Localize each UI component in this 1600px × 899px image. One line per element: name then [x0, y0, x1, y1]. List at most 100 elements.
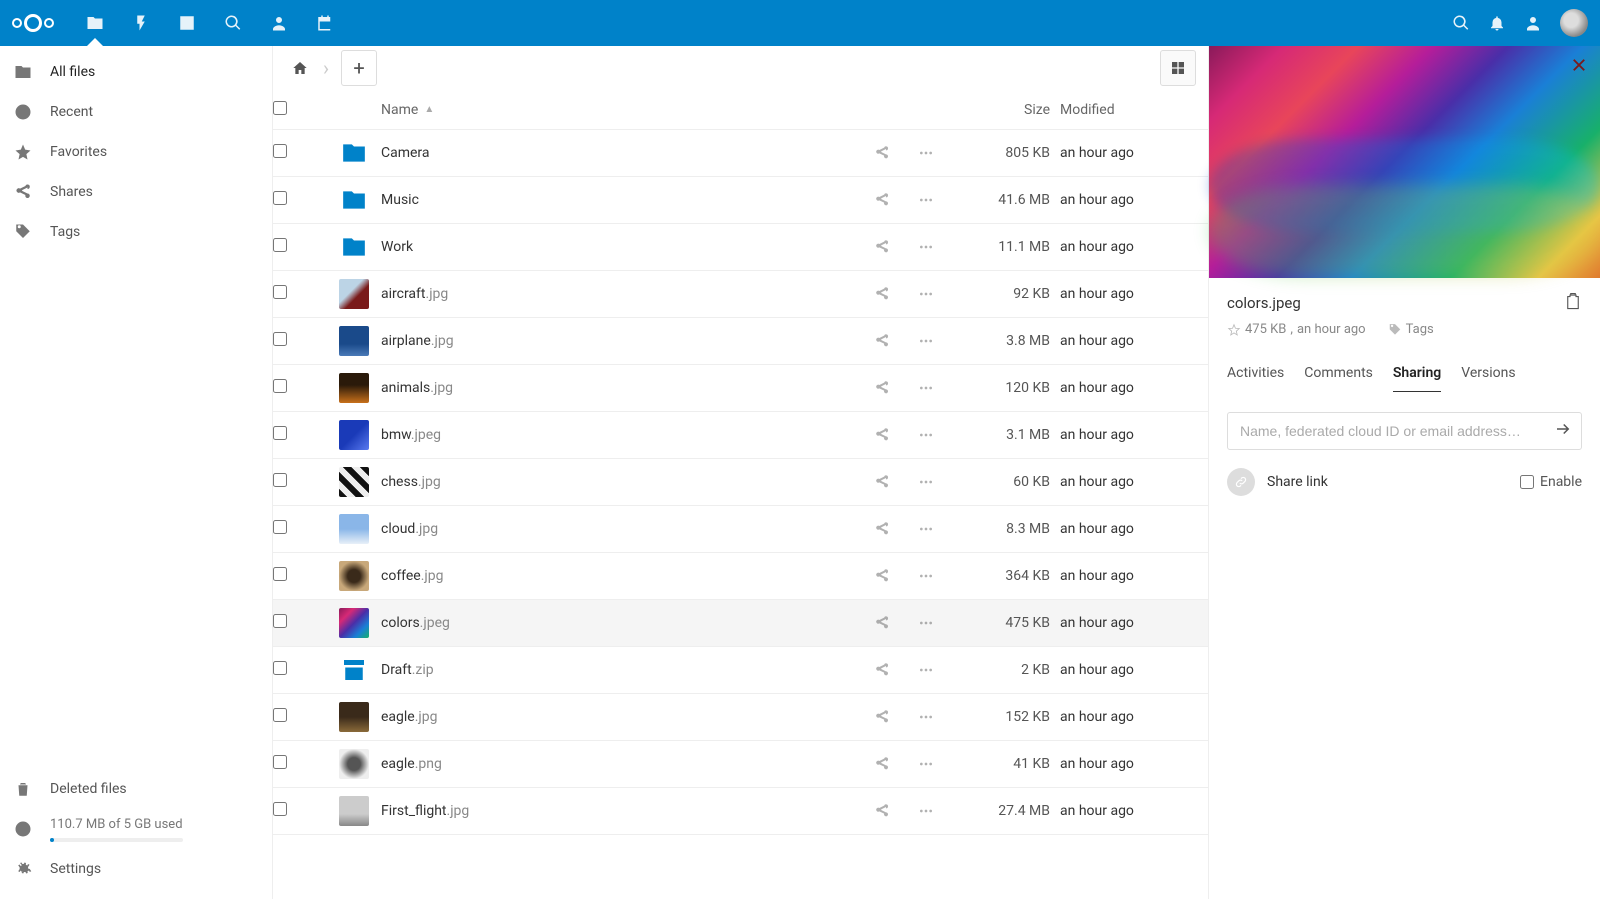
file-name[interactable]: eagle.jpg [381, 709, 872, 725]
file-row[interactable]: cloud.jpg8.3 MBan hour ago [273, 506, 1208, 553]
more-button[interactable] [916, 333, 936, 349]
share-button[interactable] [872, 192, 892, 208]
row-checkbox[interactable] [273, 567, 287, 581]
file-name[interactable]: Draft.zip [381, 662, 872, 678]
share-button[interactable] [872, 333, 892, 349]
file-name[interactable]: Work [381, 239, 872, 255]
detail-tab-comments[interactable]: Comments [1304, 365, 1373, 392]
detail-tab-activities[interactable]: Activities [1227, 365, 1284, 392]
new-button[interactable]: + [341, 50, 377, 86]
more-button[interactable] [916, 709, 936, 725]
detail-tab-sharing[interactable]: Sharing [1393, 365, 1441, 392]
row-checkbox[interactable] [273, 473, 287, 487]
file-row[interactable]: Camera805 KBan hour ago [273, 130, 1208, 177]
file-name[interactable]: bmw.jpeg [381, 427, 872, 443]
detail-tab-versions[interactable]: Versions [1461, 365, 1515, 392]
nav-item-deleted[interactable]: Deleted files [0, 769, 272, 809]
app-tab-activity[interactable] [118, 0, 164, 46]
user-icon[interactable] [1524, 14, 1542, 32]
app-tab-calendar[interactable] [302, 0, 348, 46]
view-toggle[interactable] [1160, 50, 1196, 86]
file-row[interactable]: airplane.jpg3.8 MBan hour ago [273, 318, 1208, 365]
more-button[interactable] [916, 756, 936, 772]
select-all-checkbox[interactable] [273, 101, 287, 115]
app-tab-files[interactable] [72, 0, 118, 46]
file-row[interactable]: chess.jpg60 KBan hour ago [273, 459, 1208, 506]
nav-item-settings[interactable]: Settings [0, 849, 272, 889]
file-row[interactable]: Draft.zip2 KBan hour ago [273, 647, 1208, 694]
more-button[interactable] [916, 803, 936, 819]
file-row[interactable]: Music41.6 MBan hour ago [273, 177, 1208, 224]
more-button[interactable] [916, 192, 936, 208]
share-button[interactable] [872, 145, 892, 161]
share-with-input[interactable] [1227, 412, 1582, 450]
nav-item-favorites[interactable]: Favorites [0, 132, 272, 172]
share-button[interactable] [872, 286, 892, 302]
row-checkbox[interactable] [273, 802, 287, 816]
more-button[interactable] [916, 286, 936, 302]
share-button[interactable] [872, 521, 892, 537]
file-row[interactable]: coffee.jpg364 KBan hour ago [273, 553, 1208, 600]
row-checkbox[interactable] [273, 520, 287, 534]
copy-path-button[interactable] [1564, 292, 1582, 314]
star-outline-icon[interactable] [1227, 323, 1241, 337]
more-button[interactable] [916, 380, 936, 396]
row-checkbox[interactable] [273, 755, 287, 769]
share-button[interactable] [872, 427, 892, 443]
header-name[interactable]: Name ▲ [381, 102, 872, 118]
more-button[interactable] [916, 568, 936, 584]
breadcrumb-home[interactable] [285, 53, 315, 83]
file-name[interactable]: eagle.png [381, 756, 872, 772]
file-name[interactable]: cloud.jpg [381, 521, 872, 537]
search-icon[interactable] [1452, 14, 1470, 32]
row-checkbox[interactable] [273, 614, 287, 628]
share-button[interactable] [872, 474, 892, 490]
row-checkbox[interactable] [273, 661, 287, 675]
app-tab-contacts[interactable] [256, 0, 302, 46]
file-name[interactable]: coffee.jpg [381, 568, 872, 584]
nav-item-recent[interactable]: Recent [0, 92, 272, 132]
more-button[interactable] [916, 427, 936, 443]
file-row[interactable]: Work11.1 MBan hour ago [273, 224, 1208, 271]
nav-item-tags[interactable]: Tags [0, 212, 272, 252]
more-button[interactable] [916, 239, 936, 255]
share-button[interactable] [872, 662, 892, 678]
nav-item-shares[interactable]: Shares [0, 172, 272, 212]
file-name[interactable]: animals.jpg [381, 380, 872, 396]
file-name[interactable]: airplane.jpg [381, 333, 872, 349]
file-name[interactable]: aircraft.jpg [381, 286, 872, 302]
more-button[interactable] [916, 474, 936, 490]
share-button[interactable] [872, 709, 892, 725]
file-row[interactable]: First_flight.jpg27.4 MBan hour ago [273, 788, 1208, 835]
file-row[interactable]: eagle.png41 KBan hour ago [273, 741, 1208, 788]
row-checkbox[interactable] [273, 332, 287, 346]
file-name[interactable]: colors.jpeg [381, 615, 872, 631]
more-button[interactable] [916, 145, 936, 161]
row-checkbox[interactable] [273, 708, 287, 722]
app-tab-search[interactable] [210, 0, 256, 46]
app-tab-gallery[interactable] [164, 0, 210, 46]
row-checkbox[interactable] [273, 144, 287, 158]
enable-share-link[interactable]: Enable [1520, 474, 1582, 490]
notifications-icon[interactable] [1488, 14, 1506, 32]
detail-tags-link[interactable]: Tags [1388, 322, 1434, 337]
more-button[interactable] [916, 662, 936, 678]
share-button[interactable] [872, 380, 892, 396]
file-name[interactable]: Camera [381, 145, 872, 161]
more-button[interactable] [916, 615, 936, 631]
share-submit-button[interactable] [1554, 420, 1572, 442]
share-button[interactable] [872, 803, 892, 819]
row-checkbox[interactable] [273, 379, 287, 393]
header-size[interactable]: Size [960, 102, 1060, 118]
file-name[interactable]: Music [381, 192, 872, 208]
row-checkbox[interactable] [273, 426, 287, 440]
share-button[interactable] [872, 756, 892, 772]
file-row[interactable]: bmw.jpeg3.1 MBan hour ago [273, 412, 1208, 459]
row-checkbox[interactable] [273, 238, 287, 252]
avatar[interactable] [1560, 9, 1588, 37]
file-row[interactable]: colors.jpeg475 KBan hour ago [273, 600, 1208, 647]
row-checkbox[interactable] [273, 285, 287, 299]
enable-checkbox[interactable] [1520, 475, 1534, 489]
file-row[interactable]: eagle.jpg152 KBan hour ago [273, 694, 1208, 741]
header-modified[interactable]: Modified [1060, 102, 1200, 118]
